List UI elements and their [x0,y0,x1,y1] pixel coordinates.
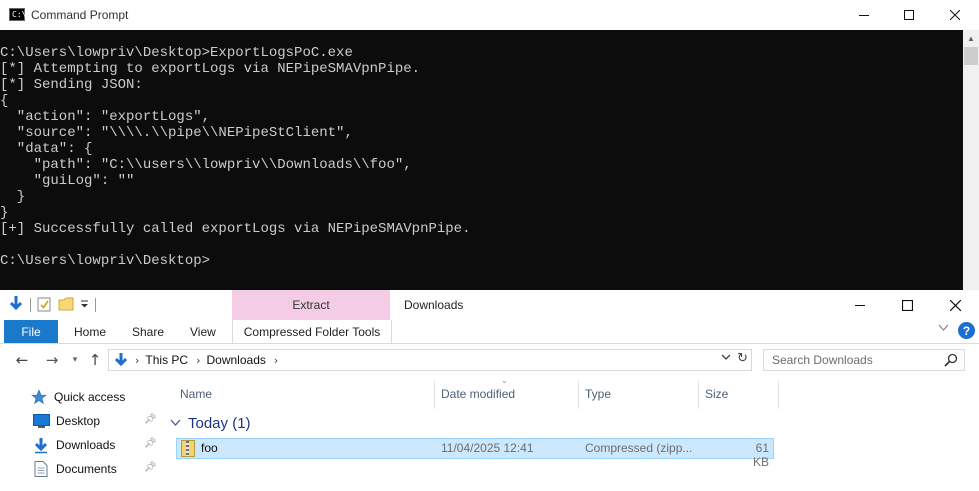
address-dropdown-icon[interactable] [721,353,731,363]
minimize-icon [859,15,869,16]
file-type: Compressed (zipp... [585,441,693,455]
new-folder-icon[interactable] [58,296,74,315]
address-location-icon [113,352,129,368]
navigation-pane: Quick access Desktop 📌︎ Downloads 📌︎ Doc… [0,376,165,491]
scroll-up-icon[interactable]: ▲ [963,30,979,46]
tab-share[interactable]: Share [132,320,164,343]
console-output[interactable]: C:\Users\lowpriv\Desktop>ExportLogsPoC.e… [0,30,963,290]
qat-divider-2 [95,298,96,312]
tab-compressed-folder-tools[interactable]: Compressed Folder Tools [232,320,392,343]
sidebar-item-label: Desktop [56,414,101,428]
sidebar-item-label: Quick access [54,390,126,404]
breadcrumb-this-pc[interactable]: This PC [145,353,188,367]
tab-home[interactable]: Home [74,320,106,343]
sidebar-item-label: Documents [56,462,117,476]
command-prompt-window: C:\ Command Prompt C:\Users\lowpriv\Desk… [0,0,979,290]
cmd-window-title: Command Prompt [31,8,129,22]
expand-ribbon-chevron-icon[interactable] [938,323,949,335]
group-label: Today (1) [188,414,251,432]
extract-contextual-tab[interactable]: Extract [232,290,390,320]
explorer-close-button[interactable] [932,290,978,320]
explorer-maximize-button[interactable] [884,290,930,320]
forward-arrow-icon[interactable]: → [42,351,62,369]
up-arrow-icon[interactable]: ↑ [86,351,104,369]
back-arrow-icon[interactable]: ← [12,351,32,369]
breadcrumb-separator-icon[interactable]: › [135,354,139,367]
explorer-minimize-button[interactable] [837,290,883,320]
downloads-icon [32,437,50,453]
properties-icon[interactable] [37,296,52,315]
cmd-close-button[interactable] [932,0,978,30]
customize-qat-icon[interactable] [80,298,89,312]
zip-folder-icon [181,440,195,457]
maximize-icon [901,299,913,311]
pin-icon[interactable]: 📌︎ [144,438,157,449]
file-size: 61 KB [752,441,769,469]
minimize-icon [855,305,865,306]
cmd-app-icon: C:\ [9,8,26,21]
file-explorer-window: Extract Downloads File Home Share View C… [0,290,979,491]
file-name: foo [201,441,218,455]
sidebar-item-downloads[interactable]: Downloads [32,435,115,455]
ribbon-tabs: File Home Share View Compressed Folder T… [0,320,979,344]
search-box[interactable] [763,349,965,371]
collapse-chevron-icon[interactable] [170,417,181,430]
sidebar-item-quick-access[interactable]: Quick access [30,387,125,407]
file-list[interactable]: ⌄ Name Date modified Type Size Today (1)… [168,376,979,491]
breadcrumb-separator-icon[interactable]: › [274,354,278,367]
maximize-icon [904,10,914,20]
column-header-date-modified[interactable]: Date modified [441,384,515,404]
column-header-name[interactable]: Name [180,384,212,404]
cmd-maximize-button[interactable] [886,0,932,30]
column-divider[interactable] [434,381,435,409]
file-date-modified: 11/04/2025 12:41 [441,441,534,455]
tab-view[interactable]: View [190,320,216,343]
column-divider[interactable] [778,381,779,409]
star-icon [30,389,48,405]
column-header-size[interactable]: Size [705,384,728,404]
search-icon[interactable] [944,353,958,370]
address-bar[interactable]: › This PC › Downloads › ↻ [108,349,752,371]
help-icon[interactable]: ? [958,322,975,339]
sidebar-item-documents[interactable]: Documents [32,459,117,479]
refresh-icon[interactable]: ↻ [737,351,748,366]
recent-locations-chevron-icon[interactable]: ▾ [68,351,82,369]
sidebar-item-desktop[interactable]: Desktop [32,411,100,431]
sidebar-item-label: Downloads [56,438,116,452]
quick-access-toolbar [8,294,96,316]
close-icon [949,299,961,311]
cmd-vertical-scrollbar[interactable]: ▲ [963,30,979,290]
column-divider[interactable] [698,381,699,409]
navigation-bar: ← → ▾ ↑ › This PC › Downloads › ↻ [0,344,979,376]
cmd-title-bar[interactable]: C:\ Command Prompt [0,0,979,31]
pin-icon[interactable]: 📌︎ [144,414,157,425]
search-input[interactable] [764,350,942,370]
explorer-title-bar[interactable]: Extract Downloads [0,290,979,320]
breadcrumb-separator-icon[interactable]: › [196,354,200,367]
documents-icon [32,461,50,477]
group-header-today[interactable]: Today (1) [170,414,251,432]
column-header-type[interactable]: Type [585,384,611,404]
console-text: C:\Users\lowpriv\Desktop>ExportLogsPoC.e… [0,45,471,269]
breadcrumb-downloads[interactable]: Downloads [207,353,266,367]
tab-file[interactable]: File [4,320,58,343]
desktop-icon [32,413,50,429]
cmd-minimize-button[interactable] [841,0,887,30]
explorer-window-title: Downloads [404,298,464,312]
scroll-thumb[interactable] [964,47,978,65]
close-icon [950,10,960,20]
qat-divider [30,298,31,312]
table-row[interactable]: foo 11/04/2025 12:41 Compressed (zipp...… [176,438,774,469]
column-divider[interactable] [578,381,579,409]
download-arrow-icon [8,295,24,316]
pin-icon[interactable]: 📌︎ [144,462,157,473]
